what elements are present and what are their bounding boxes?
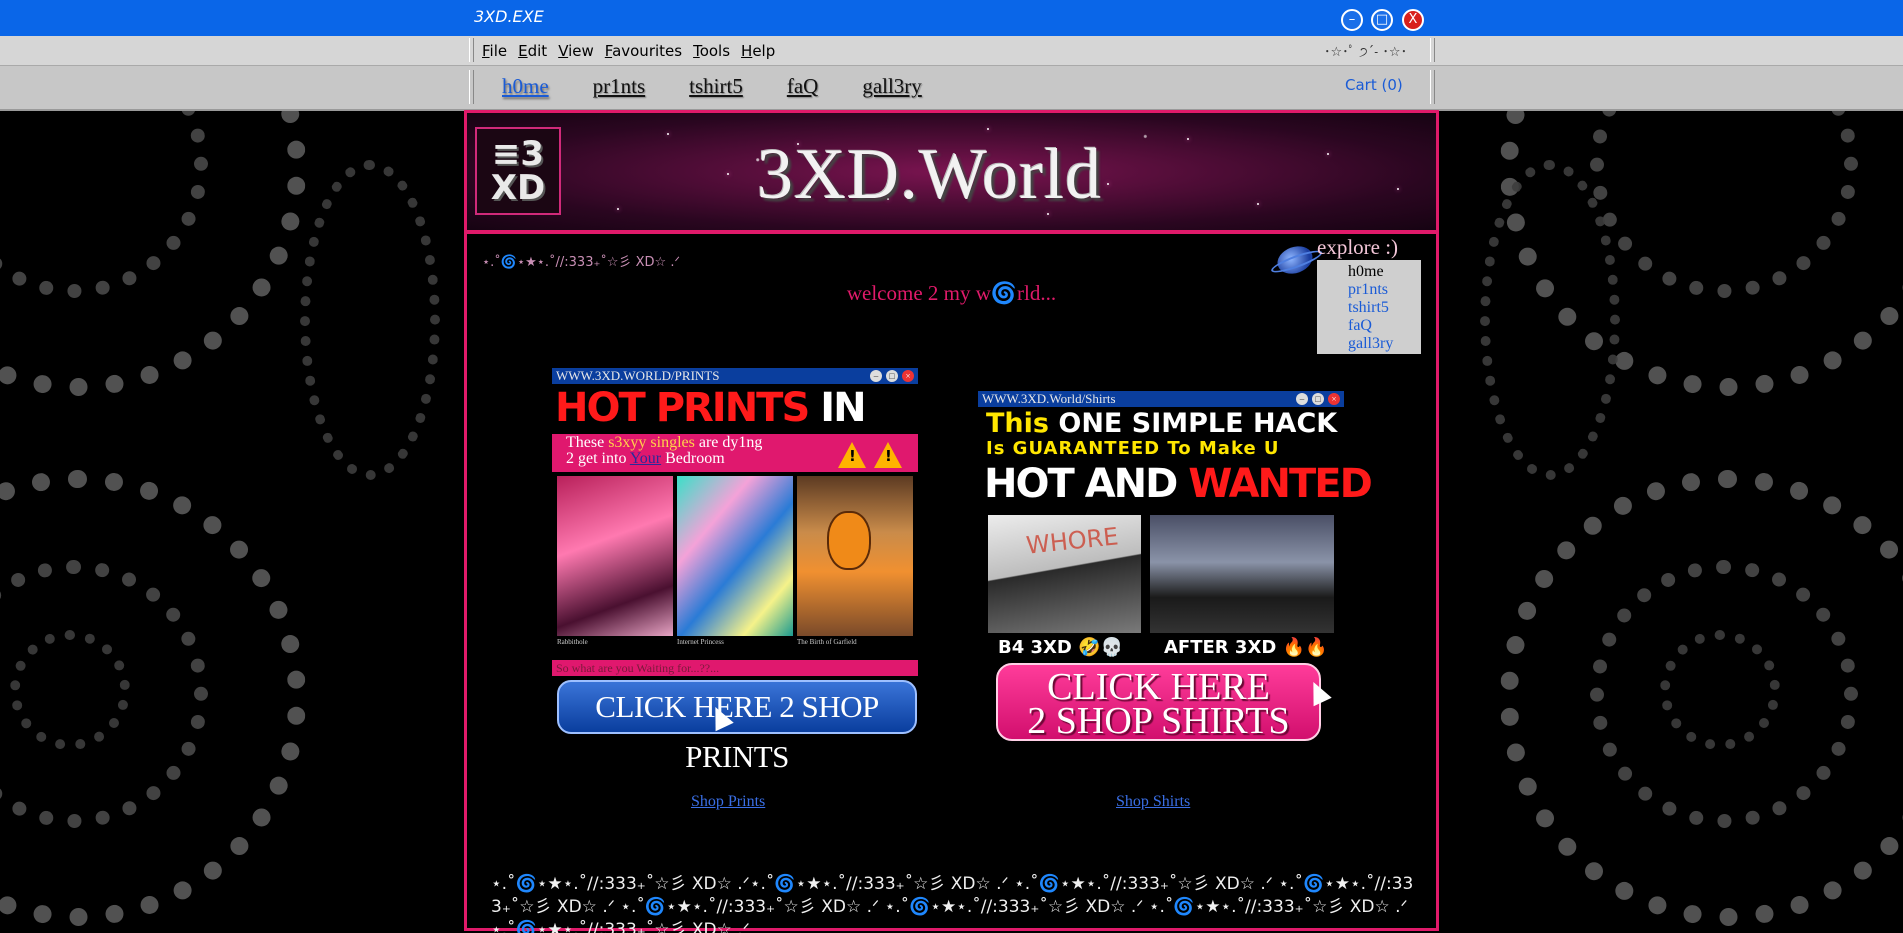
menu-favourites[interactable]: Favourites xyxy=(605,42,682,60)
prints-waiting-text: So what are you Waiting for...??... xyxy=(552,660,918,676)
menu-help[interactable]: Help xyxy=(741,42,775,60)
prints-ad[interactable]: WWW.3XD.WORLD/PRINTS – □ × HOT PRINTS IN… xyxy=(552,368,918,774)
shirts-ad-titlebar: WWW.3XD.World/Shirts – □ × xyxy=(978,391,1344,407)
shop-prints-link[interactable]: Shop Prints xyxy=(691,793,765,811)
planet-icon xyxy=(1273,241,1317,279)
cart-link[interactable]: Cart (0) xyxy=(1345,76,1403,94)
menu-bar: File Edit View Favourites Tools Help ･☆･… xyxy=(0,36,1903,66)
nav-faq[interactable]: faQ xyxy=(787,74,818,99)
nav-home[interactable]: h0me xyxy=(502,74,549,99)
explore-menu: h0me pr1nts tshirt5 faQ gall3ry xyxy=(1317,260,1421,354)
window-title: 3XD.EXE xyxy=(474,7,544,26)
before-caption: B4 3XD 🤣💀 xyxy=(998,637,1123,658)
welcome-heading: welcome 2 my w🌀rld... xyxy=(846,281,1057,305)
print-thumbnails: Rabbithole Internet Princess The Birth o… xyxy=(557,476,913,656)
maximize-button[interactable]: □ xyxy=(1371,9,1393,31)
explore-item-tshirts[interactable]: tshirt5 xyxy=(1348,299,1421,317)
menubar-grip xyxy=(469,38,474,62)
nav-tshirts[interactable]: tshirt5 xyxy=(689,74,743,99)
window-titlebar: 3XD.EXE – □ X xyxy=(0,0,1903,37)
prints-subheadline: These s3xyy singles are dy1ng 2 get into… xyxy=(552,434,918,472)
menu-tools[interactable]: Tools xyxy=(693,42,730,60)
close-icon: × xyxy=(902,370,914,382)
after-caption: AFTER 3XD 🔥🔥 xyxy=(1164,637,1328,658)
nav-bar: h0me pr1nts tshirt5 faQ gall3ry Cart (0) xyxy=(0,66,1903,111)
minimize-icon: – xyxy=(870,370,882,382)
shop-prints-banner-button[interactable]: CLICK HERE 2 SHOP PRINTS xyxy=(557,680,917,774)
print-thumbnail: Internet Princess xyxy=(677,476,793,656)
before-photo: WHORE xyxy=(988,515,1141,633)
warning-icon xyxy=(838,442,866,468)
explore-item-home[interactable]: h0me xyxy=(1348,263,1421,281)
print-thumbnail: The Birth of Garfield xyxy=(797,476,913,656)
minimize-button[interactable]: – xyxy=(1341,9,1363,31)
nav-prints[interactable]: pr1nts xyxy=(593,74,646,99)
minimize-icon: – xyxy=(1296,393,1308,405)
explore-item-prints[interactable]: pr1nts xyxy=(1348,281,1421,299)
maximize-icon: □ xyxy=(1312,393,1324,405)
shop-shirts-banner-button[interactable]: CLICK HERE 2 SHOP SHIRTS xyxy=(996,663,1321,741)
site-title: 3XD.World xyxy=(757,134,1103,214)
explore-item-faq[interactable]: faQ xyxy=(1348,317,1421,335)
shirts-headline: This ONE SIMPLE HACK xyxy=(986,408,1338,439)
shirts-hot-wanted: HOT AND WANTED xyxy=(984,461,1373,507)
prints-ad-titlebar: WWW.3XD.WORLD/PRINTS – □ × xyxy=(552,368,918,384)
nav-gallery[interactable]: gall3ry xyxy=(862,74,921,99)
close-button[interactable]: X xyxy=(1402,9,1424,31)
shirts-subheadline: Is GUARANTEED To Make U xyxy=(986,438,1280,459)
menu-file[interactable]: File xyxy=(482,42,507,60)
site-banner: ≡3 XD 3XD.World xyxy=(467,113,1436,234)
navbar-grip xyxy=(469,70,474,104)
menubar-grip-right xyxy=(1430,38,1435,62)
decorative-text: ⋆.˚🌀⋆★⋆.˚//:333₊˚☆彡 XD☆ .ᐟ xyxy=(482,255,680,270)
shop-shirts-link[interactable]: Shop Shirts xyxy=(1116,793,1190,811)
main-content: ≡3 XD 3XD.World ⋆.˚🌀⋆★⋆.˚//:333₊˚☆彡 XD☆ … xyxy=(464,110,1439,933)
menu-edit[interactable]: Edit xyxy=(518,42,547,60)
site-logo[interactable]: ≡3 XD xyxy=(475,127,561,215)
menu-view[interactable]: View xyxy=(558,42,594,60)
explore-item-gallery[interactable]: gall3ry xyxy=(1348,335,1421,353)
after-photo xyxy=(1150,515,1334,633)
footer-decorative-text: ⋆.˚🌀⋆★⋆.˚//:333₊˚☆彡 XD☆ .ᐟ⋆.˚🌀⋆★⋆.˚//:33… xyxy=(491,874,1414,933)
close-icon: × xyxy=(1328,393,1340,405)
warning-icon xyxy=(874,442,902,468)
print-thumbnail: Rabbithole xyxy=(557,476,673,656)
menubar-decoration: ･☆･ﾟ ੭ˊ˗ ･☆･ xyxy=(1324,45,1408,60)
shirts-ad[interactable]: WWW.3XD.World/Shirts – □ × This ONE SIMP… xyxy=(978,391,1373,751)
navbar-grip-right xyxy=(1430,70,1435,104)
maximize-icon: □ xyxy=(886,370,898,382)
explore-title: explore :) xyxy=(1317,235,1399,259)
